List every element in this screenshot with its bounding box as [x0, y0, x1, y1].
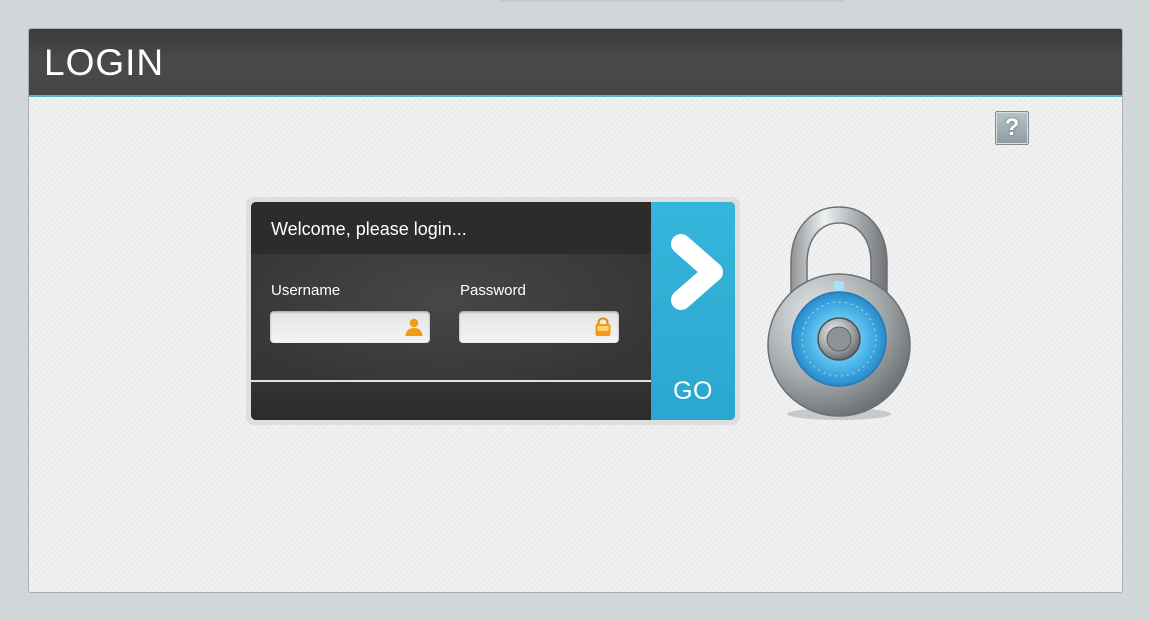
- welcome-bar: Welcome, please login...: [251, 202, 651, 254]
- lock-icon: [595, 317, 611, 336]
- chevron-right-icon: [671, 234, 723, 310]
- help-icon: ?: [1004, 114, 1020, 141]
- password-field-box[interactable]: [459, 311, 619, 343]
- help-button[interactable]: ?: [995, 111, 1029, 145]
- username-label: Username: [271, 282, 341, 299]
- login-box: Welcome, please login... Username Passwo…: [246, 197, 740, 425]
- login-footer-bar: [251, 382, 651, 420]
- user-icon: [405, 318, 423, 336]
- top-tab-strip: [500, 0, 845, 2]
- username-field[interactable]: [278, 315, 402, 341]
- padlock-icon: [767, 206, 911, 420]
- password-field[interactable]: [467, 315, 591, 341]
- page-title: LOGIN: [44, 42, 165, 83]
- login-window: LOGIN ? Welcome, please login... Usernam…: [28, 28, 1123, 593]
- go-button[interactable]: GO: [651, 202, 735, 420]
- username-field-box[interactable]: [270, 311, 430, 343]
- login-panel: Welcome, please login... Username Passwo…: [251, 202, 735, 420]
- welcome-text: Welcome, please login...: [271, 219, 467, 239]
- password-label: Password: [460, 282, 526, 299]
- header-bar: LOGIN: [29, 29, 1122, 97]
- go-label: GO: [673, 377, 713, 405]
- page: LOGIN ? Welcome, please login... Usernam…: [0, 0, 1150, 620]
